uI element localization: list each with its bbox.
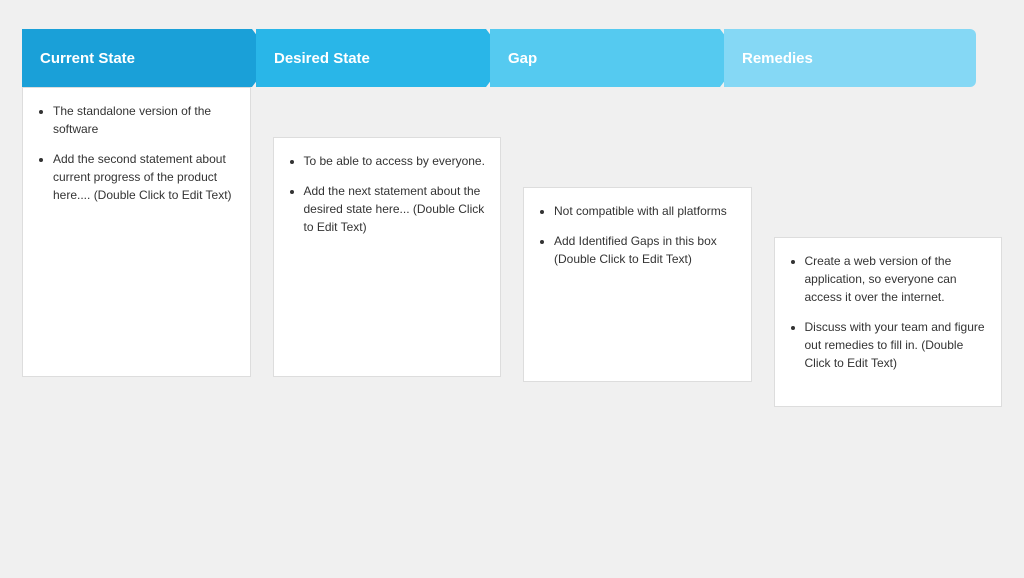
list-item: Discuss with your team and figure out re… [805,318,988,372]
panel-4-list: Create a web version of the application,… [789,252,988,372]
gap-analysis-diagram: Current State Desired State Gap Remedies… [22,29,1002,549]
panel-1-list: The standalone version of the software A… [37,102,236,204]
panel-current-state: The standalone version of the software A… [22,87,251,377]
arrow-3-title: Gap [508,50,537,67]
list-item: Not compatible with all platforms [554,202,737,220]
list-item: Add the second statement about current p… [53,150,236,204]
panel-2-list: To be able to access by everyone. Add th… [288,152,487,236]
list-item: Add Identified Gaps in this box (Double … [554,232,737,268]
list-item: The standalone version of the software [53,102,236,138]
panel-3-list: Not compatible with all platforms Add Id… [538,202,737,268]
arrows-row: Current State Desired State Gap Remedies [22,29,1002,87]
panel-remedies: Create a web version of the application,… [774,237,1003,407]
arrow-1-title: Current State [40,50,135,67]
arrow-2-title: Desired State [274,50,370,67]
arrow-current-state: Current State [22,29,274,87]
panel-desired-state: To be able to access by everyone. Add th… [273,137,502,377]
list-item: Create a web version of the application,… [805,252,988,306]
arrow-4-title: Remedies [742,50,813,67]
arrow-remedies: Remedies [724,29,976,87]
panel-gap: Not compatible with all platforms Add Id… [523,187,752,382]
arrow-desired-state: Desired State [256,29,508,87]
list-item: Add the next statement about the desired… [304,182,487,236]
panels-row: The standalone version of the software A… [22,87,1002,407]
arrow-gap: Gap [490,29,742,87]
list-item: To be able to access by everyone. [304,152,487,170]
